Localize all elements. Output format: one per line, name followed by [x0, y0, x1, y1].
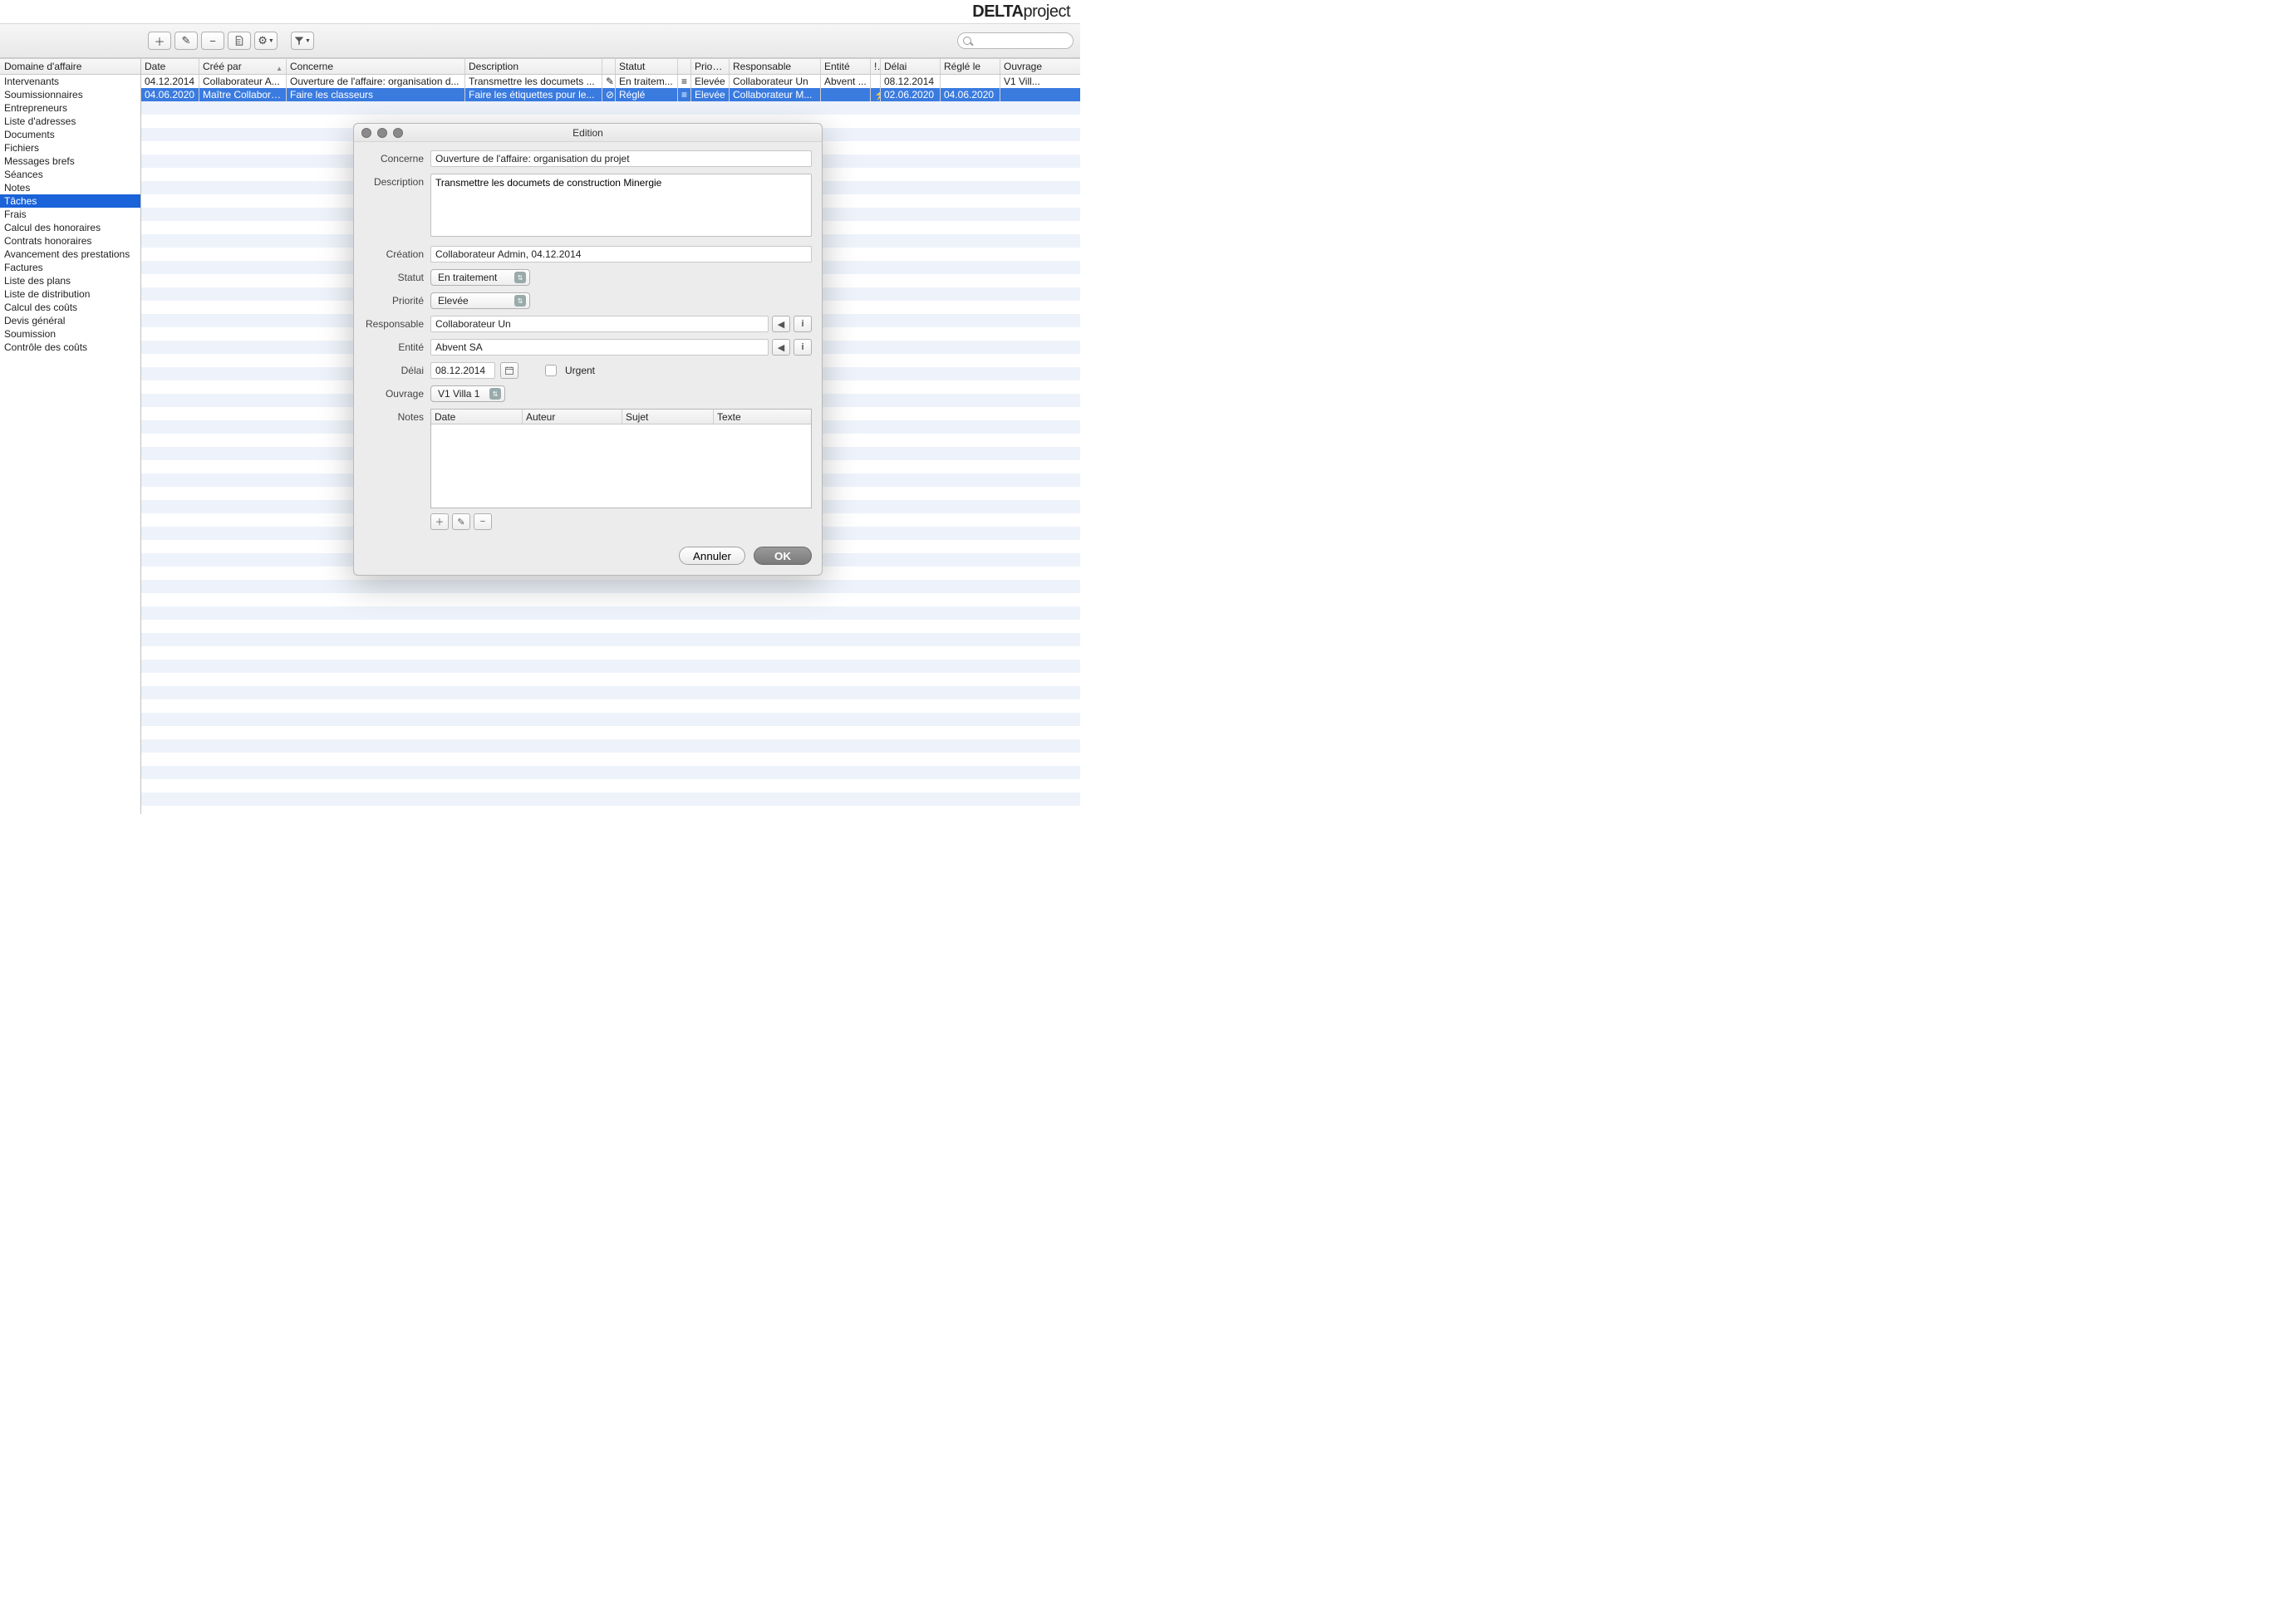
title-bar: DELTAproject: [0, 0, 1080, 23]
field-responsable[interactable]: Collaborateur Un: [430, 316, 769, 332]
ok-button[interactable]: OK: [754, 547, 812, 565]
filter-button[interactable]: ▼: [291, 32, 314, 50]
field-entite[interactable]: Abvent SA: [430, 339, 769, 356]
prev-entite-button[interactable]: ◀: [772, 339, 790, 356]
col-date[interactable]: Date: [141, 59, 199, 74]
notes-col-date[interactable]: Date: [431, 410, 523, 424]
chevron-updown-icon: ⇅: [514, 295, 526, 307]
label-entite: Entité: [364, 339, 430, 356]
chevron-updown-icon: ⇅: [514, 272, 526, 283]
logo-bold: DELTA: [972, 2, 1023, 21]
notes-col-auteur[interactable]: Auteur: [523, 410, 622, 424]
sidebar-header: Domaine d'affaire: [0, 59, 140, 75]
info-entite-button[interactable]: i: [794, 339, 812, 356]
select-ouvrage[interactable]: V1 Villa 1 ⇅: [430, 385, 505, 402]
prev-responsable-button[interactable]: ◀: [772, 316, 790, 332]
toolbar: ＋ ✎ − ⚙▼ ▼: [0, 23, 1080, 58]
sidebar-item[interactable]: Intervenants: [0, 75, 140, 88]
label-priorite: Priorité: [364, 292, 430, 309]
sidebar-item[interactable]: Contrats honoraires: [0, 234, 140, 248]
col-description[interactable]: Description: [465, 59, 602, 74]
document-button[interactable]: [228, 32, 251, 50]
col-delai[interactable]: Délai: [881, 59, 941, 74]
col-entite[interactable]: Entité: [821, 59, 871, 74]
sidebar-item[interactable]: Entrepreneurs: [0, 101, 140, 115]
col-statut-icon[interactable]: [678, 59, 691, 74]
col-statut[interactable]: Statut: [616, 59, 678, 74]
sidebar: Domaine d'affaire IntervenantsSoumission…: [0, 59, 141, 814]
sidebar-item[interactable]: Liste de distribution: [0, 287, 140, 301]
label-concerne: Concerne: [364, 150, 430, 167]
sidebar-item[interactable]: Séances: [0, 168, 140, 181]
label-responsable: Responsable: [364, 316, 430, 332]
search-input[interactable]: [957, 32, 1074, 49]
label-delai: Délai: [364, 362, 430, 379]
settings-button[interactable]: ⚙▼: [254, 32, 278, 50]
label-statut: Statut: [364, 269, 430, 286]
add-button[interactable]: ＋: [148, 32, 171, 50]
sidebar-item[interactable]: Notes: [0, 181, 140, 194]
dialog-title: Edition: [354, 127, 822, 139]
sidebar-item[interactable]: Calcul des honoraires: [0, 221, 140, 234]
chevron-updown-icon: ⇅: [489, 388, 501, 400]
app-logo: DELTAproject: [972, 2, 1070, 21]
col-ouvrage[interactable]: Ouvrage: [1000, 59, 1080, 74]
select-ouvrage-value: V1 Villa 1: [438, 388, 479, 400]
label-creation: Création: [364, 246, 430, 262]
notes-col-texte[interactable]: Texte: [714, 410, 811, 424]
table-row[interactable]: 04.12.2014Collaborateur A...Ouverture de…: [141, 75, 1080, 88]
sidebar-item[interactable]: Tâches: [0, 194, 140, 208]
sidebar-item[interactable]: Messages brefs: [0, 155, 140, 168]
remove-button[interactable]: −: [201, 32, 224, 50]
sidebar-item[interactable]: Devis général: [0, 314, 140, 327]
sidebar-item[interactable]: Fichiers: [0, 141, 140, 155]
col-desc-icon[interactable]: [602, 59, 616, 74]
cancel-button[interactable]: Annuler: [679, 547, 745, 565]
sidebar-item[interactable]: Soumissionnaires: [0, 88, 140, 101]
select-statut-value: En traitement: [438, 272, 497, 283]
col-bang[interactable]: !: [871, 59, 881, 74]
sidebar-item[interactable]: Liste d'adresses: [0, 115, 140, 128]
sidebar-item[interactable]: Frais: [0, 208, 140, 221]
sidebar-item[interactable]: Liste des plans: [0, 274, 140, 287]
field-concerne[interactable]: Ouverture de l'affaire: organisation du …: [430, 150, 812, 167]
col-cree-par[interactable]: Créé par: [199, 59, 287, 74]
field-creation: Collaborateur Admin, 04.12.2014: [430, 246, 812, 262]
urgent-checkbox[interactable]: [545, 365, 557, 376]
calendar-button[interactable]: [500, 362, 518, 379]
sidebar-item[interactable]: Factures: [0, 261, 140, 274]
select-priorite[interactable]: Elevée ⇅: [430, 292, 530, 309]
field-description[interactable]: [430, 174, 812, 237]
label-description: Description: [364, 174, 430, 239]
logo-light: project: [1023, 2, 1070, 21]
info-responsable-button[interactable]: i: [794, 316, 812, 332]
dialog-titlebar: Edition: [354, 124, 822, 142]
grid-header: Date Créé par Concerne Description Statu…: [141, 59, 1080, 75]
edition-dialog: Edition Concerne Ouverture de l'affaire:…: [353, 123, 823, 576]
note-add-button[interactable]: ＋: [430, 513, 449, 530]
notes-table: Date Auteur Sujet Texte: [430, 409, 812, 508]
col-concerne[interactable]: Concerne: [287, 59, 465, 74]
table-row[interactable]: 04.06.2020Maître Collabora...Faire les c…: [141, 88, 1080, 101]
sidebar-item[interactable]: Soumission: [0, 327, 140, 341]
note-remove-button[interactable]: −: [474, 513, 492, 530]
label-notes: Notes: [364, 409, 430, 530]
label-ouvrage: Ouvrage: [364, 385, 430, 402]
sidebar-item[interactable]: Calcul des coûts: [0, 301, 140, 314]
sidebar-item[interactable]: Documents: [0, 128, 140, 141]
sidebar-item[interactable]: Contrôle des coûts: [0, 341, 140, 354]
select-statut[interactable]: En traitement ⇅: [430, 269, 530, 286]
edit-button[interactable]: ✎: [174, 32, 198, 50]
col-regle-le[interactable]: Réglé le: [941, 59, 1000, 74]
note-edit-button[interactable]: ✎: [452, 513, 470, 530]
select-priorite-value: Elevée: [438, 295, 469, 307]
col-priorite[interactable]: Priorité: [691, 59, 730, 74]
col-responsable[interactable]: Responsable: [730, 59, 821, 74]
field-delai[interactable]: 08.12.2014: [430, 362, 495, 379]
label-urgent: Urgent: [565, 365, 595, 376]
notes-col-sujet[interactable]: Sujet: [622, 410, 714, 424]
sidebar-item[interactable]: Avancement des prestations: [0, 248, 140, 261]
